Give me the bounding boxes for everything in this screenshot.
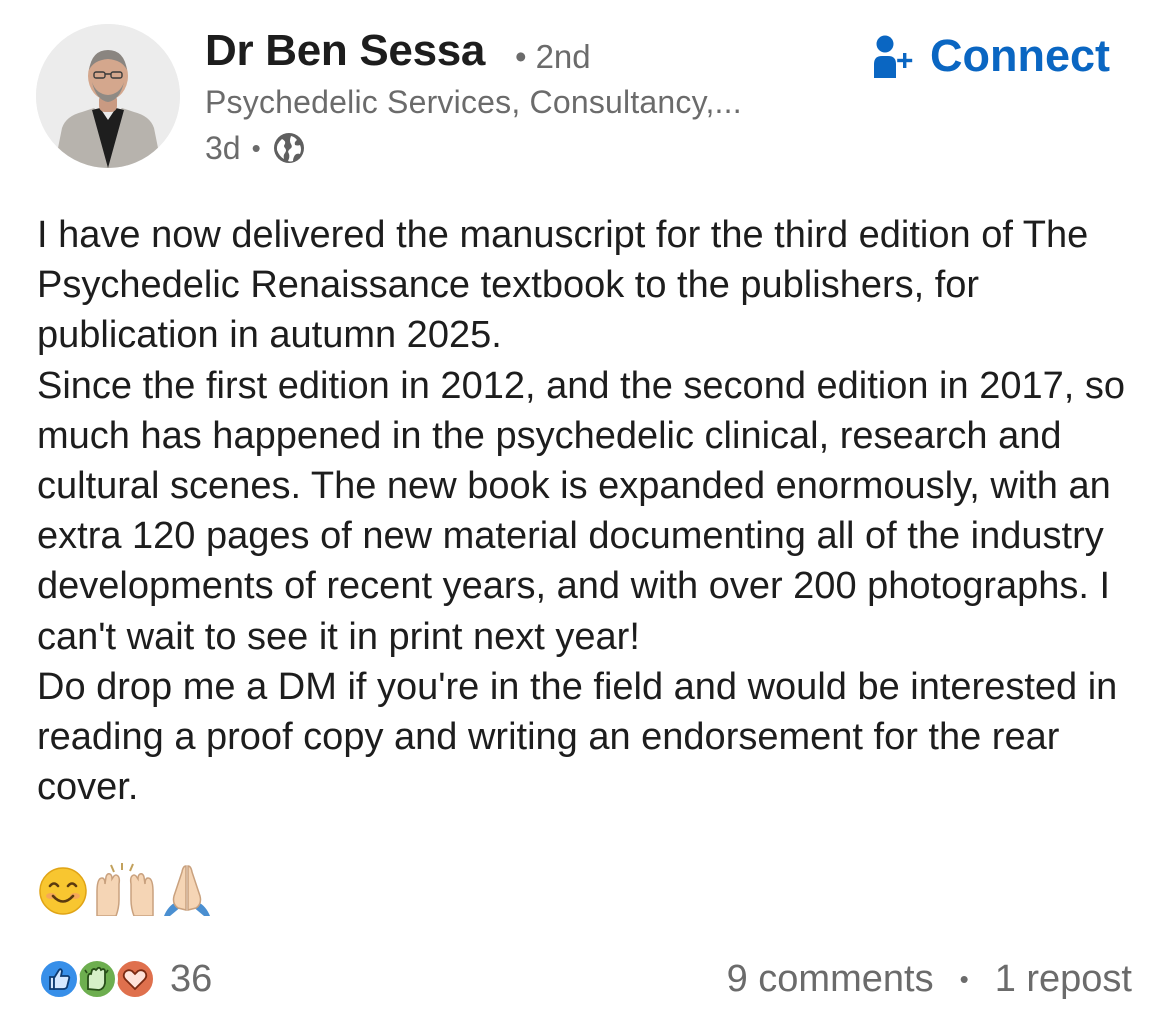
- connection-degree: • 2nd: [515, 38, 591, 76]
- reaction-icons: [38, 955, 156, 1003]
- social-counts: 9 comments • 1 repost: [727, 955, 1132, 1003]
- love-icon: [114, 958, 156, 1000]
- globe-icon: [273, 133, 304, 163]
- post-meta: 3d •: [205, 128, 305, 168]
- post-time: 3d: [205, 129, 241, 166]
- reposts-link[interactable]: 1 repost: [995, 958, 1132, 1001]
- emoji-row: [38, 862, 212, 916]
- like-icon: [38, 958, 80, 1000]
- person-add-icon: [874, 35, 913, 78]
- connect-button[interactable]: Connect: [874, 28, 1110, 84]
- comments-link[interactable]: 9 comments: [727, 958, 934, 1001]
- reaction-count: 36: [170, 957, 213, 1000]
- folded-hands-icon: [164, 865, 210, 916]
- author-photo: [36, 24, 180, 168]
- social-separator: •: [959, 963, 969, 994]
- reactions-summary[interactable]: 36: [38, 955, 212, 1003]
- raising-hands-icon: [96, 863, 154, 916]
- author-headline[interactable]: Psychedelic Services, Consultancy,...: [205, 84, 742, 121]
- post-paragraph: Since the first edition in 2012, and the…: [37, 364, 1125, 658]
- degree-separator: •: [515, 38, 527, 75]
- author-name[interactable]: Dr Ben Sessa: [205, 26, 485, 76]
- author-avatar[interactable]: [36, 24, 180, 168]
- smiling-face-icon: [39, 867, 87, 915]
- degree-label: 2nd: [535, 38, 591, 75]
- post-text: I have now delivered the manuscript for …: [37, 210, 1147, 812]
- connect-label: Connect: [930, 30, 1110, 81]
- post-paragraph: Do drop me a DM if you're in the field a…: [37, 665, 1118, 809]
- meta-separator: •: [251, 132, 261, 163]
- celebrate-icon: [76, 958, 118, 1000]
- post-paragraph: I have now delivered the manuscript for …: [37, 214, 1089, 357]
